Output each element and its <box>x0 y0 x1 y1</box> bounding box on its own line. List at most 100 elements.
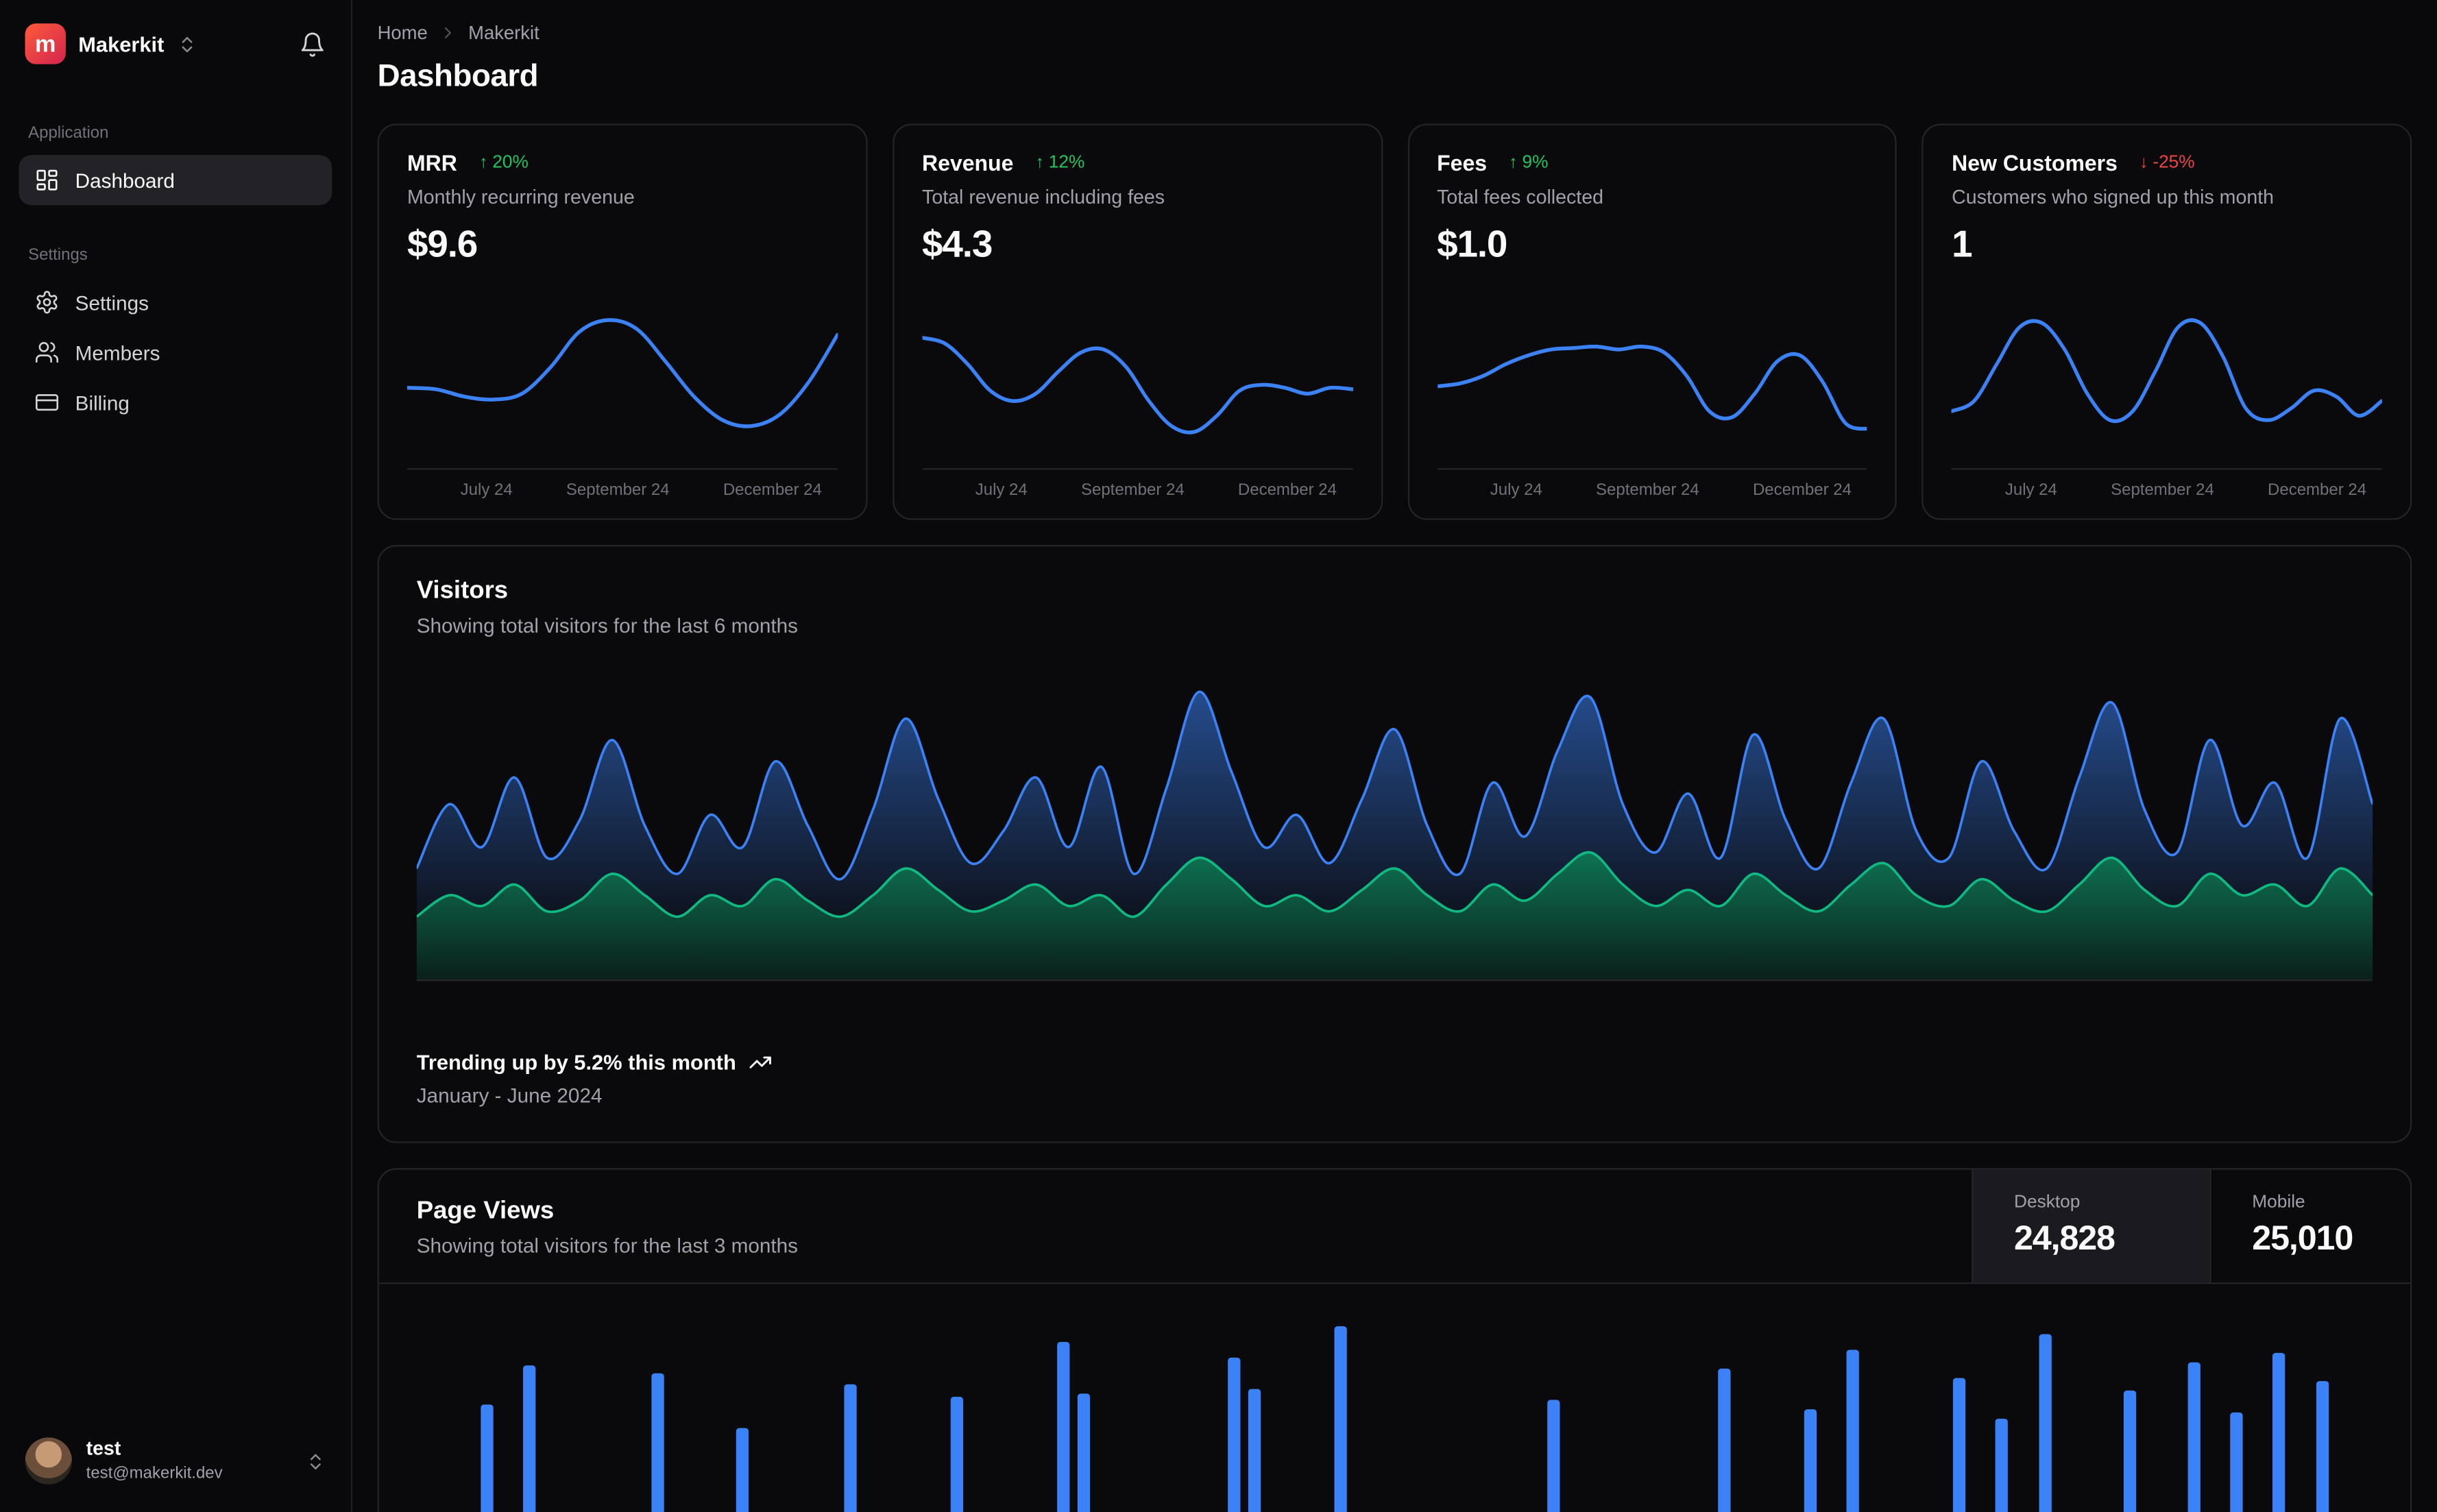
bar <box>481 1404 494 1512</box>
workspace-name: Makerkit <box>78 32 165 56</box>
bar <box>1334 1326 1347 1512</box>
users-icon <box>36 342 59 363</box>
bar <box>1846 1350 1859 1512</box>
chevron-right-icon <box>439 23 457 42</box>
bar <box>2230 1412 2243 1512</box>
page-views-subtitle: Showing total visitors for the last 3 mo… <box>416 1234 799 1258</box>
app-root: m Makerkit Application Dashboard Setting… <box>0 0 2437 1512</box>
sidebar-section-settings: Settings <box>28 245 88 265</box>
bar <box>949 1396 963 1512</box>
trend-down-icon: ↓ <box>2139 153 2148 173</box>
bell-icon <box>301 32 324 56</box>
stat-value: 1 <box>1952 223 1973 267</box>
bar <box>2123 1390 2137 1512</box>
x-axis-labels: July 24 September 24 December 24 <box>1490 480 1852 500</box>
bar <box>2038 1334 2051 1512</box>
makerkit-logo-icon: m <box>25 23 66 64</box>
trend-badge: ↑ 12% <box>1035 153 1085 173</box>
bar <box>1718 1368 1731 1512</box>
bar <box>736 1428 749 1512</box>
trending-up-icon <box>749 1056 771 1069</box>
bar <box>1804 1409 1817 1512</box>
breadcrumb: Home Makerkit <box>378 22 2412 44</box>
sidebar-item-billing[interactable]: Billing <box>19 378 332 428</box>
mrr-sparkline-chart <box>407 286 838 470</box>
x-axis-labels: July 24 September 24 December 24 <box>975 480 1337 500</box>
stat-value: $1.0 <box>1437 223 1507 267</box>
visitors-area-chart <box>416 669 2373 982</box>
toggle-desktop[interactable]: Desktop 24,828 <box>1972 1169 2210 1283</box>
bar <box>651 1373 664 1512</box>
sidebar: m Makerkit Application Dashboard Setting… <box>0 0 353 1512</box>
toggle-mobile[interactable]: Mobile 25,010 <box>2209 1169 2410 1283</box>
bar <box>1547 1400 1560 1512</box>
stat-description: Total revenue including fees <box>922 186 1165 208</box>
trend-up-icon: ↑ <box>1509 153 1518 173</box>
trend-badge: ↓ -25% <box>2139 153 2195 173</box>
sidebar-item-dashboard[interactable]: Dashboard <box>19 155 332 206</box>
page-views-title: Page Views <box>416 1197 555 1225</box>
bar <box>1078 1393 1091 1512</box>
fees-sparkline-chart <box>1437 286 1867 470</box>
trend-badge: ↑ 20% <box>478 153 529 173</box>
sidebar-item-members[interactable]: Members <box>19 327 332 377</box>
user-account-menu[interactable]: test test@makerkit.dev <box>19 1428 332 1494</box>
gear-icon <box>36 291 58 314</box>
visitors-trend-text: Trending up by 5.2% this month <box>416 1050 736 1075</box>
chevrons-up-down-icon <box>177 34 197 54</box>
visitors-period: January - June 2024 <box>416 1083 603 1108</box>
stat-value: $9.6 <box>407 223 478 267</box>
sidebar-item-label: Settings <box>75 290 149 315</box>
user-name: test <box>86 1437 121 1460</box>
stat-title: MRR <box>407 150 457 175</box>
user-avatar <box>25 1437 73 1485</box>
stat-card-fees: Fees ↑ 9% Total fees collected $1.0 July… <box>1407 123 1898 520</box>
revenue-sparkline-chart <box>922 286 1353 470</box>
stat-cards-row: MRR ↑ 20% Monthly recurring revenue $9.6… <box>377 123 2412 520</box>
trend-up-icon: ↑ <box>478 153 488 173</box>
stat-card-revenue: Revenue ↑ 12% Total revenue including fe… <box>892 123 1383 520</box>
page-views-bar-chart <box>417 1303 2373 1512</box>
sidebar-section-application: Application <box>28 123 109 143</box>
stat-title: New Customers <box>1952 150 2118 175</box>
sidebar-item-label: Billing <box>75 391 130 415</box>
bar <box>2316 1381 2329 1512</box>
user-email: test@makerkit.dev <box>86 1463 223 1483</box>
breadcrumb-current: Makerkit <box>468 21 539 44</box>
stat-description: Monthly recurring revenue <box>407 186 635 208</box>
visitors-subtitle: Showing total visitors for the last 6 mo… <box>416 613 799 637</box>
bar <box>1952 1378 1966 1512</box>
new-customers-sparkline-chart <box>1952 286 2382 470</box>
bar <box>1056 1341 1069 1512</box>
bar <box>523 1365 536 1512</box>
x-axis-labels: July 24 September 24 December 24 <box>2004 480 2367 500</box>
x-axis-labels: July 24 September 24 December 24 <box>460 480 822 500</box>
bar <box>1248 1389 1261 1512</box>
stat-card-mrr: MRR ↑ 20% Monthly recurring revenue $9.6… <box>377 123 868 520</box>
chevrons-up-down-icon <box>305 1451 326 1472</box>
bar <box>1996 1418 2009 1512</box>
stat-description: Total fees collected <box>1437 186 1604 208</box>
breadcrumb-home-link[interactable]: Home <box>378 22 428 44</box>
stat-description: Customers who signed up this month <box>1952 186 2275 208</box>
bar <box>1227 1357 1240 1512</box>
sidebar-item-settings[interactable]: Settings <box>19 277 332 327</box>
stat-value: $4.3 <box>922 223 993 267</box>
bar <box>843 1384 856 1512</box>
stat-card-new-customers: New Customers ↓ -25% Customers who signe… <box>1921 123 2412 520</box>
sidebar-item-label: Members <box>75 340 160 365</box>
workspace-selector[interactable]: m Makerkit <box>25 23 197 64</box>
trend-badge: ↑ 9% <box>1509 153 1549 173</box>
visitors-title: Visitors <box>416 578 509 605</box>
notifications-bell-button[interactable] <box>299 31 326 58</box>
bar <box>2272 1352 2286 1512</box>
sidebar-item-label: Dashboard <box>75 168 175 192</box>
main-content: Home Makerkit Dashboard MRR ↑ 20% Monthl… <box>352 0 2437 1512</box>
bar <box>2187 1362 2200 1512</box>
trend-up-icon: ↑ <box>1035 153 1044 173</box>
credit-card-icon <box>36 394 59 411</box>
visitors-card: Visitors Showing total visitors for the … <box>377 545 2412 1143</box>
stat-title: Revenue <box>922 150 1014 175</box>
stat-title: Fees <box>1437 150 1488 175</box>
page-views-card: Page Views Showing total visitors for th… <box>377 1168 2412 1512</box>
